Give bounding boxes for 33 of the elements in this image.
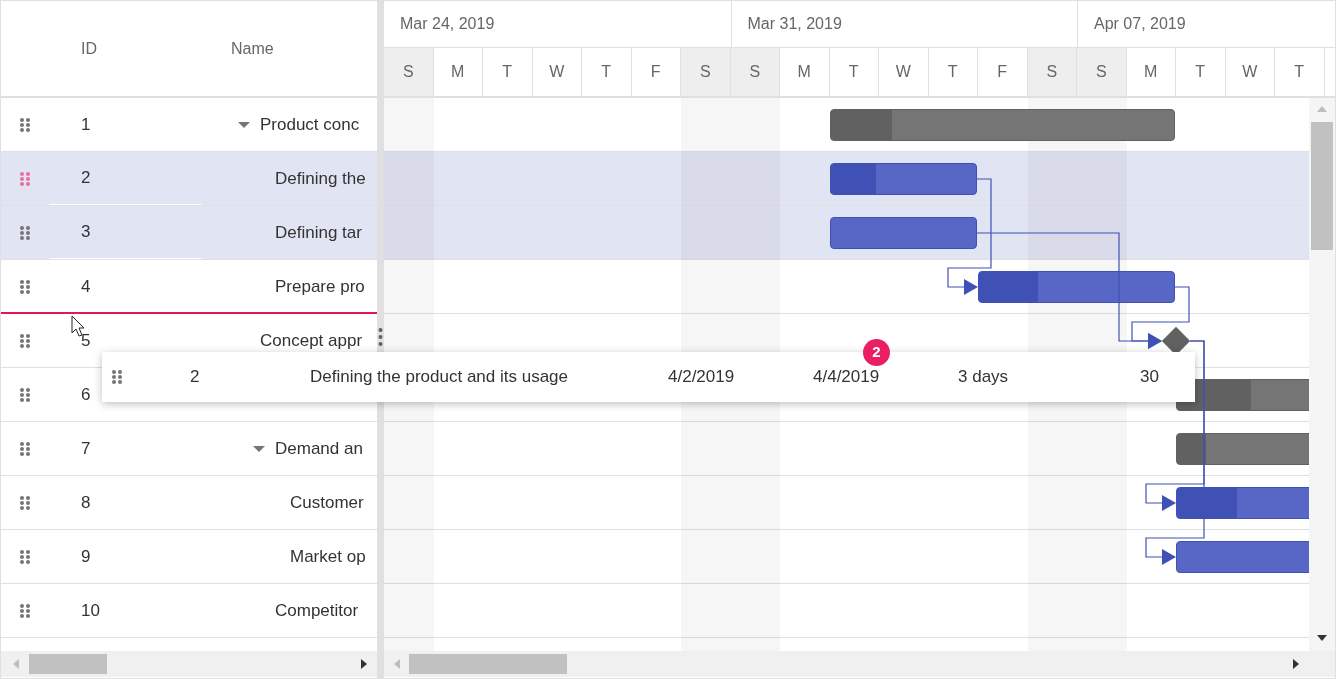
table-cell-text: 10 (81, 599, 100, 622)
table-cell-text: Product conc (260, 113, 360, 136)
table-cell-text: 8 (81, 491, 91, 514)
table-cell: 4/2/2019 (668, 367, 735, 387)
table-cell-text: 1 (81, 113, 91, 136)
table-cell: 2 (190, 367, 200, 387)
table-cell-text: 3 (81, 221, 91, 244)
day-header: S (1077, 48, 1127, 96)
week-header: Mar 24, 2019 (399, 14, 496, 34)
table-cell-text: 6 (81, 383, 91, 406)
table-cell-text: 2 (81, 167, 91, 190)
day-header: S (1027, 48, 1077, 96)
table-cell: 4/4/2019 (813, 367, 880, 387)
table-cell: 3 days (958, 367, 1009, 387)
table-cell-text: Market op (290, 545, 366, 568)
table-cell: Defining the product and its usage (310, 367, 568, 387)
week-header: Mar 31, 2019 (730, 1, 1077, 47)
table-cell: 30 (1140, 367, 1159, 387)
table-cell-text: Customer (290, 491, 364, 514)
table-cell-text: Demand an (275, 437, 363, 460)
table-cell-text: Prepare pro (275, 275, 365, 298)
table-cell-text: Competitor (275, 599, 359, 622)
day-header: S (730, 48, 780, 96)
day-header: S (384, 48, 434, 96)
table-cell-text: Defining the (275, 167, 366, 190)
table-cell-text: 9 (81, 545, 91, 568)
table-cell-text: 7 (81, 437, 91, 460)
table-cell-text: 5 (81, 329, 91, 352)
week-header: Apr 07, 2019 (1077, 1, 1335, 47)
table-cell-text: Concept appr (260, 329, 363, 352)
day-header: S (681, 48, 731, 96)
table-cell-text: 4 (81, 275, 91, 298)
table-cell-text: Defining tar (275, 221, 362, 244)
